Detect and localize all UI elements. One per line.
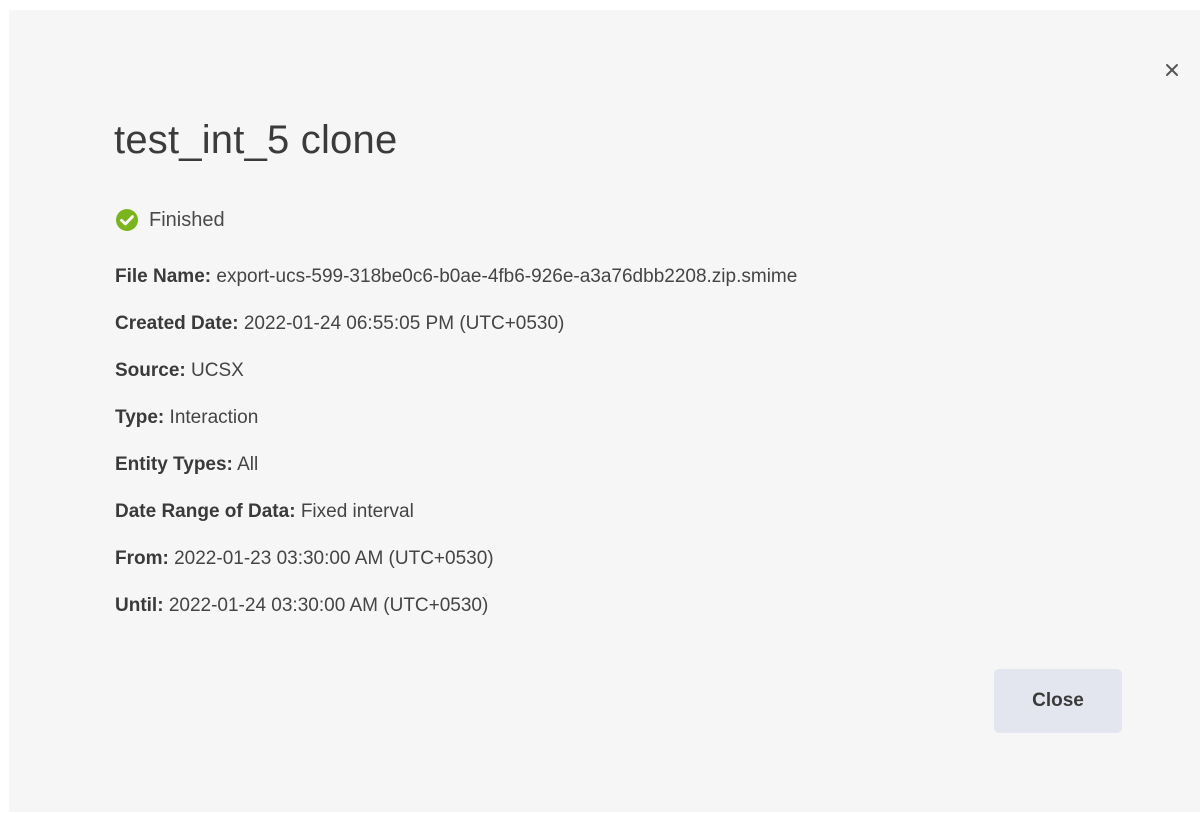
- close-icon[interactable]: [1164, 62, 1180, 78]
- dialog-title: test_int_5 clone: [114, 118, 398, 162]
- detail-key: Created Date:: [115, 313, 239, 334]
- detail-row-type: Type: Interaction: [115, 404, 797, 451]
- check-circle-icon: [115, 208, 139, 232]
- detail-key: From:: [115, 548, 169, 569]
- detail-key: Source:: [115, 360, 186, 381]
- detail-value: Fixed interval: [300, 501, 414, 522]
- detail-key: File Name:: [115, 266, 212, 287]
- detail-value: Interaction: [169, 407, 259, 428]
- detail-row-source: Source: UCSX: [115, 357, 797, 404]
- detail-value: UCSX: [191, 360, 244, 381]
- detail-key: Date Range of Data:: [115, 501, 296, 522]
- detail-key: Until:: [115, 595, 164, 616]
- details-list: File Name: export-ucs-599-318be0c6-b0ae-…: [115, 263, 797, 639]
- detail-value: 2022-01-24 03:30:00 AM (UTC+0530): [168, 595, 489, 616]
- detail-value: export-ucs-599-318be0c6-b0ae-4fb6-926e-a…: [216, 266, 798, 287]
- close-button[interactable]: Close: [994, 669, 1122, 733]
- status-indicator: Finished: [115, 208, 225, 232]
- detail-value: 2022-01-24 06:55:05 PM (UTC+0530): [243, 313, 565, 334]
- detail-key: Type:: [115, 407, 165, 428]
- detail-row-until: Until: 2022-01-24 03:30:00 AM (UTC+0530): [115, 592, 797, 639]
- status-label: Finished: [149, 208, 225, 231]
- detail-row-entity-types: Entity Types: All: [115, 451, 797, 498]
- detail-key: Entity Types:: [115, 454, 233, 475]
- export-details-dialog: test_int_5 clone Finished File Name: exp…: [9, 10, 1200, 812]
- detail-row-created-date: Created Date: 2022-01-24 06:55:05 PM (UT…: [115, 310, 797, 357]
- detail-value: 2022-01-23 03:30:00 AM (UTC+0530): [174, 548, 494, 569]
- detail-value: All: [237, 454, 259, 475]
- detail-row-from: From: 2022-01-23 03:30:00 AM (UTC+0530): [115, 545, 797, 592]
- detail-row-file-name: File Name: export-ucs-599-318be0c6-b0ae-…: [115, 263, 797, 310]
- detail-row-date-range: Date Range of Data: Fixed interval: [115, 498, 797, 545]
